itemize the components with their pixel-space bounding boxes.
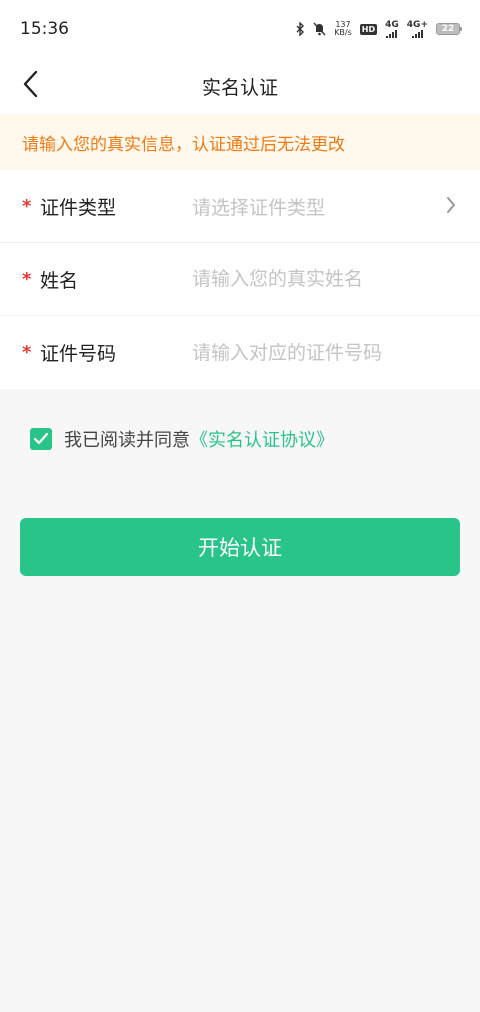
- signal-4g: 4G: [385, 19, 399, 38]
- verification-form: * 证件类型 请选择证件类型 * 姓名 * 证件号码: [0, 170, 480, 389]
- required-mark: *: [22, 342, 32, 363]
- id-type-select[interactable]: 请选择证件类型: [192, 193, 458, 220]
- required-mark: *: [22, 268, 32, 290]
- id-type-label: 证件类型: [40, 196, 117, 219]
- bluetooth-icon: [295, 22, 305, 36]
- top-nav-bar: 实名认证: [0, 58, 480, 114]
- hd-badge: HD: [359, 23, 378, 35]
- mute-bell-icon: [313, 22, 326, 36]
- status-icons: 137 KB/s HD 4G 4G+ 22: [295, 19, 462, 38]
- agreement-row: 我已阅读并同意 《实名认证协议》: [0, 425, 480, 453]
- required-mark: *: [22, 195, 32, 217]
- name-row: * 姓名: [0, 243, 480, 316]
- agreement-text: 我已阅读并同意: [64, 430, 190, 451]
- agreement-link[interactable]: 《实名认证协议》: [190, 426, 334, 452]
- id-number-label: 证件号码: [40, 343, 117, 365]
- status-bar: 15:36 137 KB/s HD 4G 4G+ 22: [0, 0, 480, 58]
- name-label: 姓名: [40, 269, 79, 292]
- battery-icon: 22: [436, 23, 462, 35]
- net2-label: 4G+: [406, 19, 428, 30]
- start-verification-button[interactable]: 开始认证: [20, 518, 460, 576]
- page-title: 实名认证: [201, 76, 278, 99]
- check-icon: [33, 432, 49, 445]
- network-speed: 137 KB/s: [334, 21, 352, 37]
- notice-banner: 请输入您的真实信息，认证通过后无法更改: [0, 114, 480, 170]
- notice-text: 请输入您的真实信息，认证通过后无法更改: [22, 134, 345, 155]
- agreement-checkbox[interactable]: [30, 428, 52, 450]
- signal-bars-icon: [411, 29, 423, 38]
- id-number-row: * 证件号码: [0, 316, 480, 389]
- speed-unit: KB/s: [334, 28, 352, 37]
- status-time: 15:36: [20, 19, 69, 39]
- signal-bars-icon: [386, 29, 398, 38]
- signal-4g-plus: 4G+: [406, 19, 428, 38]
- back-button[interactable]: [22, 66, 62, 106]
- id-number-input[interactable]: [192, 341, 458, 364]
- battery-level: 22: [441, 24, 455, 34]
- back-arrow-icon: [22, 70, 38, 102]
- chevron-right-icon: [446, 196, 456, 218]
- net1-label: 4G: [385, 19, 399, 30]
- id-type-row[interactable]: * 证件类型 请选择证件类型: [0, 170, 480, 243]
- name-input[interactable]: [192, 268, 458, 290]
